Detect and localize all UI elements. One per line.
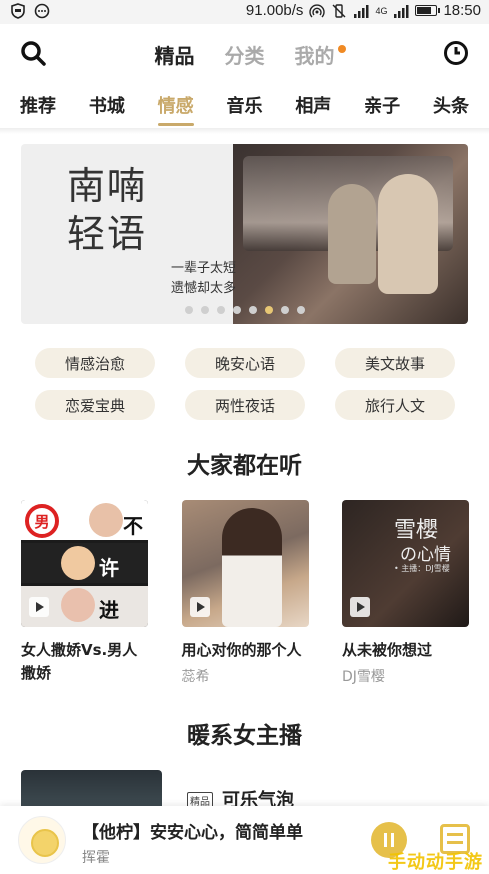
cover-subtitle: の心情 (400, 545, 451, 565)
tab-crosstalk[interactable]: 相声 (295, 82, 331, 128)
player-track-author: 挥霍 (82, 850, 110, 866)
banner-subtitle: 一辈子太短 遗憾却太多 (171, 259, 236, 299)
hotspot-icon (309, 3, 326, 17)
card-title: 用心对你的那个人 (181, 641, 302, 659)
tab-music[interactable]: 音乐 (226, 82, 262, 128)
banner-subtitle-line1: 一辈子太短 (171, 261, 237, 276)
carousel-dot[interactable] (296, 306, 305, 314)
tag-prose-stories[interactable]: 美文故事 (335, 348, 455, 378)
tab-mine[interactable]: 我的 (294, 40, 346, 69)
tab-bookstore[interactable]: 书城 (89, 82, 125, 128)
cover-host: • 主播：DJ雪樱 (394, 564, 450, 573)
status-bar: 91.00b/s 4G 18:50 (0, 0, 489, 24)
tab-emotion[interactable]: 情感 (157, 82, 194, 128)
banner-title: 南喃 轻语 (67, 162, 147, 258)
tag-relationship-night-talk[interactable]: 两性夜话 (185, 390, 305, 420)
listening-cards: 男 不 许 进 女人撒娇Vs.男人撒娇 用心对你的那个人 蕊希 雪櫻 の心情 •… (21, 500, 469, 689)
network-type: 4G (375, 5, 388, 16)
card-title: 女人撒娇Vs.男人撒娇 (21, 641, 138, 682)
section-title-listening: 大家都在听 (187, 453, 302, 479)
tab-parenting[interactable]: 亲子 (364, 82, 400, 128)
card-author: DJ雪樱 (342, 669, 385, 685)
tab-category[interactable]: 分类 (225, 40, 265, 69)
card-cover: 男 不 许 进 (21, 500, 148, 627)
play-icon[interactable] (189, 597, 210, 617)
player-track-title: 【他柠】安安心心，简简单单 (82, 823, 303, 843)
carousel-dot[interactable] (280, 306, 289, 314)
watermark-logo: 手动动手游 (388, 852, 483, 873)
network-speed: 91.00b/s (245, 2, 304, 19)
carousel-dot[interactable] (216, 306, 225, 314)
clock-time: 18:50 (443, 2, 481, 19)
cover-text-not: 不 (123, 514, 143, 538)
battery-icon (415, 5, 441, 16)
carousel-dot[interactable] (248, 306, 257, 314)
tabs-divider (0, 128, 489, 134)
tag-goodnight-words[interactable]: 晚安心语 (185, 348, 305, 378)
audio-card[interactable]: 雪櫻 の心情 • 主播：DJ雪樱 从未被你想过 DJ雪樱 (342, 500, 469, 689)
carousel-dots (21, 306, 468, 314)
signal-icon (354, 4, 369, 18)
banner-carousel[interactable]: 南喃 轻语 一辈子太短 遗憾却太多 (21, 144, 468, 324)
card-author: 蕊希 (181, 669, 210, 685)
tab-mine-label: 我的 (294, 44, 335, 68)
audio-card[interactable]: 男 不 许 进 女人撒娇Vs.男人撒娇 (21, 500, 148, 689)
vibrate-off-icon (332, 3, 346, 18)
cover-text-man: 男 (25, 504, 59, 538)
tag-grid: 情感治愈 晚安心语 美文故事 恋爱宝典 两性夜话 旅行人文 (35, 348, 455, 420)
cover-text-allow: 许 (99, 552, 119, 581)
tag-love-guide[interactable]: 恋爱宝典 (35, 390, 155, 420)
carousel-dot[interactable] (232, 306, 241, 314)
banner-title-line2: 轻语 (67, 212, 148, 256)
tag-emotional-healing[interactable]: 情感治愈 (35, 348, 155, 378)
card-title: 从未被你想过 (342, 641, 433, 659)
banner-subtitle-line2: 遗憾却太多 (171, 281, 237, 296)
carousel-dot[interactable] (200, 306, 209, 314)
top-navigation: 精品 分类 我的 (0, 24, 489, 82)
banner-title-line1: 南喃 (67, 164, 148, 208)
history-clock-icon[interactable] (443, 40, 469, 66)
tab-recommend[interactable]: 推荐 (20, 82, 56, 128)
play-icon[interactable] (29, 597, 49, 617)
card-cover (181, 500, 309, 627)
section-title-anchors: 暖系女主播 (187, 723, 302, 749)
audio-card[interactable]: 用心对你的那个人 蕊希 (181, 500, 309, 689)
banner-photo (233, 144, 468, 324)
cover-text-enter: 进 (99, 598, 119, 622)
lemon-album-art (18, 816, 66, 864)
carousel-dot[interactable] (264, 306, 273, 314)
play-icon[interactable] (350, 597, 370, 617)
tab-headlines[interactable]: 头条 (433, 82, 469, 128)
signal-icon-2 (394, 4, 409, 18)
category-tabs: 推荐 书城 情感 音乐 相声 亲子 头条 (0, 82, 489, 128)
card-cover: 雪櫻 の心情 • 主播：DJ雪樱 (342, 500, 469, 627)
notification-dot (337, 45, 346, 53)
shield-icon (11, 3, 25, 19)
more-circle-icon (34, 3, 50, 19)
carousel-dot[interactable] (184, 306, 193, 314)
tab-featured[interactable]: 精品 (155, 40, 195, 69)
tag-travel-culture[interactable]: 旅行人文 (335, 390, 455, 420)
